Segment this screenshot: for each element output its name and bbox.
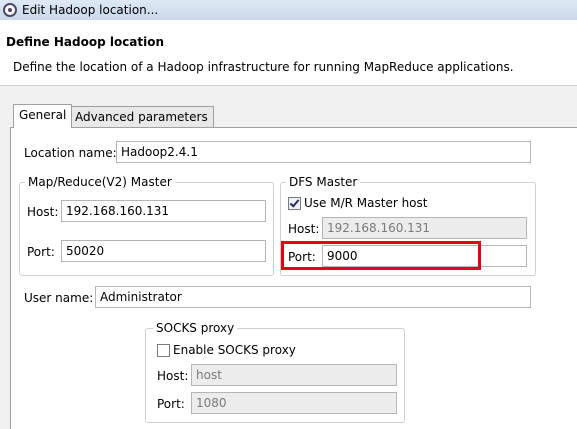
dfs-master-legend: DFS Master <box>286 175 361 189</box>
window-titlebar[interactable]: Edit Hadoop location... <box>0 0 577 20</box>
eclipse-icon <box>3 3 17 17</box>
enable-socks-proxy-label[interactable]: Enable SOCKS proxy <box>173 343 296 357</box>
user-name-label: User name: <box>24 291 94 305</box>
location-name-field[interactable]: Hadoop2.4.1 <box>116 141 531 163</box>
header-panel: Define Hadoop location Define the locati… <box>0 20 577 86</box>
page-title: Define Hadoop location <box>6 35 165 49</box>
socks-proxy-legend: SOCKS proxy <box>153 321 238 335</box>
dfs-host-label: Host: <box>288 222 320 236</box>
mapreduce-port-field[interactable]: 50020 <box>61 240 266 262</box>
socks-host-field: host <box>191 364 397 386</box>
tab-advanced-parameters[interactable]: Advanced parameters <box>69 106 214 127</box>
user-name-field[interactable]: Administrator <box>95 286 531 308</box>
socks-port-label: Port: <box>157 397 185 411</box>
checkmark-icon <box>289 197 300 208</box>
tab-advanced-parameters-label: Advanced parameters <box>75 110 208 124</box>
tab-general-label: General <box>19 108 67 122</box>
use-mr-master-host-label[interactable]: Use M/R Master host <box>304 196 427 210</box>
socks-host-label: Host: <box>157 369 189 383</box>
highlight-box <box>281 241 481 270</box>
socks-port-field: 1080 <box>191 392 397 414</box>
dfs-host-field: 192.168.160.131 <box>322 217 527 239</box>
use-mr-master-host-checkbox[interactable] <box>288 197 301 210</box>
enable-socks-proxy-checkbox[interactable] <box>157 344 170 357</box>
mapreduce-master-legend: Map/Reduce(V2) Master <box>25 175 175 189</box>
mapreduce-host-label: Host: <box>27 205 59 219</box>
tab-general[interactable]: General <box>13 104 73 128</box>
location-name-label: Location name: <box>24 146 117 160</box>
mapreduce-port-label: Port: <box>27 245 55 259</box>
mapreduce-host-field[interactable]: 192.168.160.131 <box>61 200 266 222</box>
page-description: Define the location of a Hadoop infrastr… <box>13 60 514 74</box>
window-title: Edit Hadoop location... <box>22 3 159 17</box>
